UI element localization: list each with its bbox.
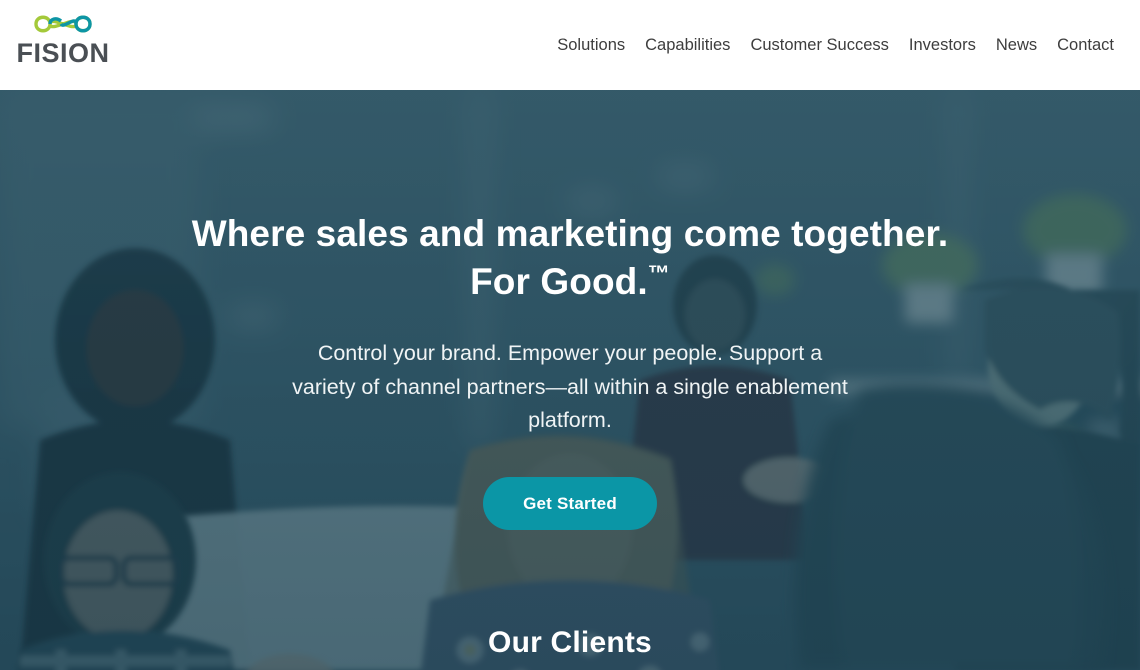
hero-title: Where sales and marketing come together.…: [160, 210, 980, 306]
site-header: FISION Solutions Capabilities Customer S…: [0, 0, 1140, 90]
hero-subtitle: Control your brand. Empower your people.…: [292, 341, 848, 432]
trademark-symbol: ™: [647, 260, 670, 286]
page-root: FISION Solutions Capabilities Customer S…: [0, 0, 1140, 670]
infinity-icon: [34, 15, 92, 33]
logo-wordmark: FISION: [16, 38, 110, 68]
nav-link-customer-success[interactable]: Customer Success: [740, 0, 898, 90]
nav-link-news[interactable]: News: [986, 0, 1047, 90]
get-started-button[interactable]: Get Started: [483, 477, 657, 531]
hero-title-line2: For Good.: [470, 261, 648, 303]
hero-title-line1: Where sales and marketing come together.: [191, 213, 949, 254]
hero-section: Where sales and marketing come together.…: [0, 90, 1140, 670]
our-clients-heading: Our Clients: [488, 626, 652, 660]
nav-link-solutions[interactable]: Solutions: [547, 0, 635, 90]
nav-link-investors[interactable]: Investors: [899, 0, 986, 90]
hero-content: Where sales and marketing come together.…: [0, 90, 1140, 670]
main-navigation: Solutions Capabilities Customer Success …: [547, 0, 1124, 90]
nav-link-contact[interactable]: Contact: [1047, 0, 1124, 90]
nav-link-capabilities[interactable]: Capabilities: [635, 0, 740, 90]
logo-fision[interactable]: FISION: [13, 10, 113, 80]
